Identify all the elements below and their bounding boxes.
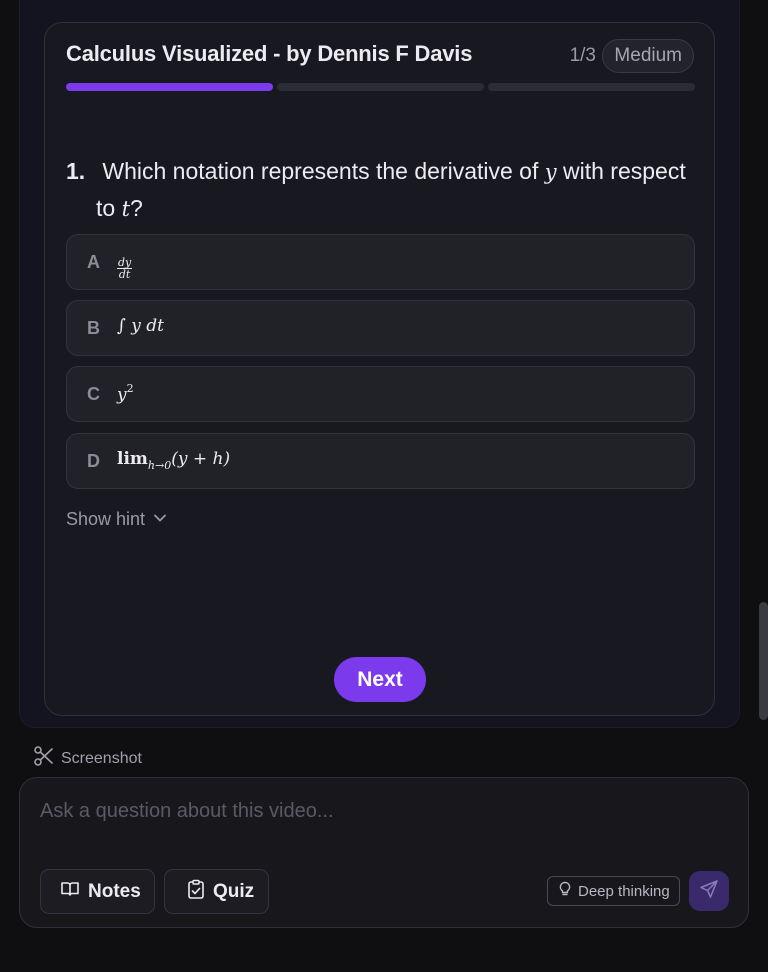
option-b-math: ∫ y dt	[117, 316, 164, 336]
option-letter: A	[87, 252, 100, 272]
fraction-denominator: dt	[118, 268, 131, 281]
power-base: y	[117, 385, 127, 405]
difficulty-badge: Medium	[602, 39, 694, 73]
next-button[interactable]: Next	[334, 657, 426, 702]
progress-segment-1	[66, 83, 273, 91]
progress-bar	[66, 83, 695, 91]
progress-count: 1/3	[569, 45, 596, 66]
option-d[interactable]: D limh→0(y + h)	[66, 433, 695, 489]
send-button[interactable]	[689, 871, 729, 911]
fraction: dy dt	[117, 257, 133, 281]
question-input[interactable]	[40, 796, 720, 826]
power-exponent: 2	[126, 382, 134, 395]
quiz-card: Calculus Visualized - by Dennis F Davis …	[44, 22, 715, 716]
send-icon	[699, 879, 719, 904]
option-a-math: dy dt	[117, 248, 133, 281]
limit-expression: (y + h)	[171, 449, 231, 469]
limit-subscript: h→0	[147, 459, 172, 472]
scissors-icon	[33, 745, 55, 772]
progress-segment-2	[277, 83, 484, 91]
option-c[interactable]: C y2	[66, 366, 695, 422]
clipboard-check-icon	[187, 879, 205, 905]
quiz-title: Calculus Visualized - by Dennis F Davis	[66, 41, 473, 66]
question-var-y: y	[544, 160, 557, 184]
hint-label: Show hint	[66, 509, 146, 529]
screenshot-button[interactable]: Screenshot	[33, 745, 142, 772]
scrollbar-thumb[interactable]	[759, 602, 768, 720]
question-number: 1.	[66, 158, 86, 184]
screenshot-label: Screenshot	[61, 749, 142, 767]
option-d-math: limh→0(y + h)	[117, 449, 230, 472]
question-var-t: t	[121, 197, 131, 221]
question-part1: Which notation represents the derivative…	[102, 158, 539, 184]
deep-thinking-label: Deep thinking	[578, 882, 670, 900]
notes-label: Notes	[88, 880, 141, 902]
option-letter: D	[87, 451, 100, 471]
question-part2: with respect	[563, 158, 686, 184]
option-b[interactable]: B ∫ y dt	[66, 300, 695, 356]
quiz-button[interactable]: Quiz	[164, 869, 269, 914]
progress-segment-3	[488, 83, 695, 91]
show-hint-toggle[interactable]: Show hint	[66, 509, 167, 530]
deep-thinking-toggle[interactable]: Deep thinking	[547, 876, 680, 906]
limit-operator: lim	[117, 449, 148, 469]
question-part3: to	[96, 195, 116, 221]
chat-box: Notes Quiz Deep thinking	[19, 777, 749, 928]
question-text: 1. Which notation represents the derivat…	[66, 153, 696, 227]
option-a[interactable]: A dy dt	[66, 234, 695, 290]
chevron-down-icon	[153, 509, 167, 530]
option-c-math: y2	[117, 382, 134, 405]
question-end: ?	[130, 195, 143, 221]
book-icon	[60, 879, 80, 905]
notes-button[interactable]: Notes	[40, 869, 155, 914]
quiz-label: Quiz	[213, 880, 255, 902]
option-letter: C	[87, 384, 100, 404]
option-letter: B	[87, 318, 100, 338]
lightbulb-icon	[558, 881, 572, 901]
